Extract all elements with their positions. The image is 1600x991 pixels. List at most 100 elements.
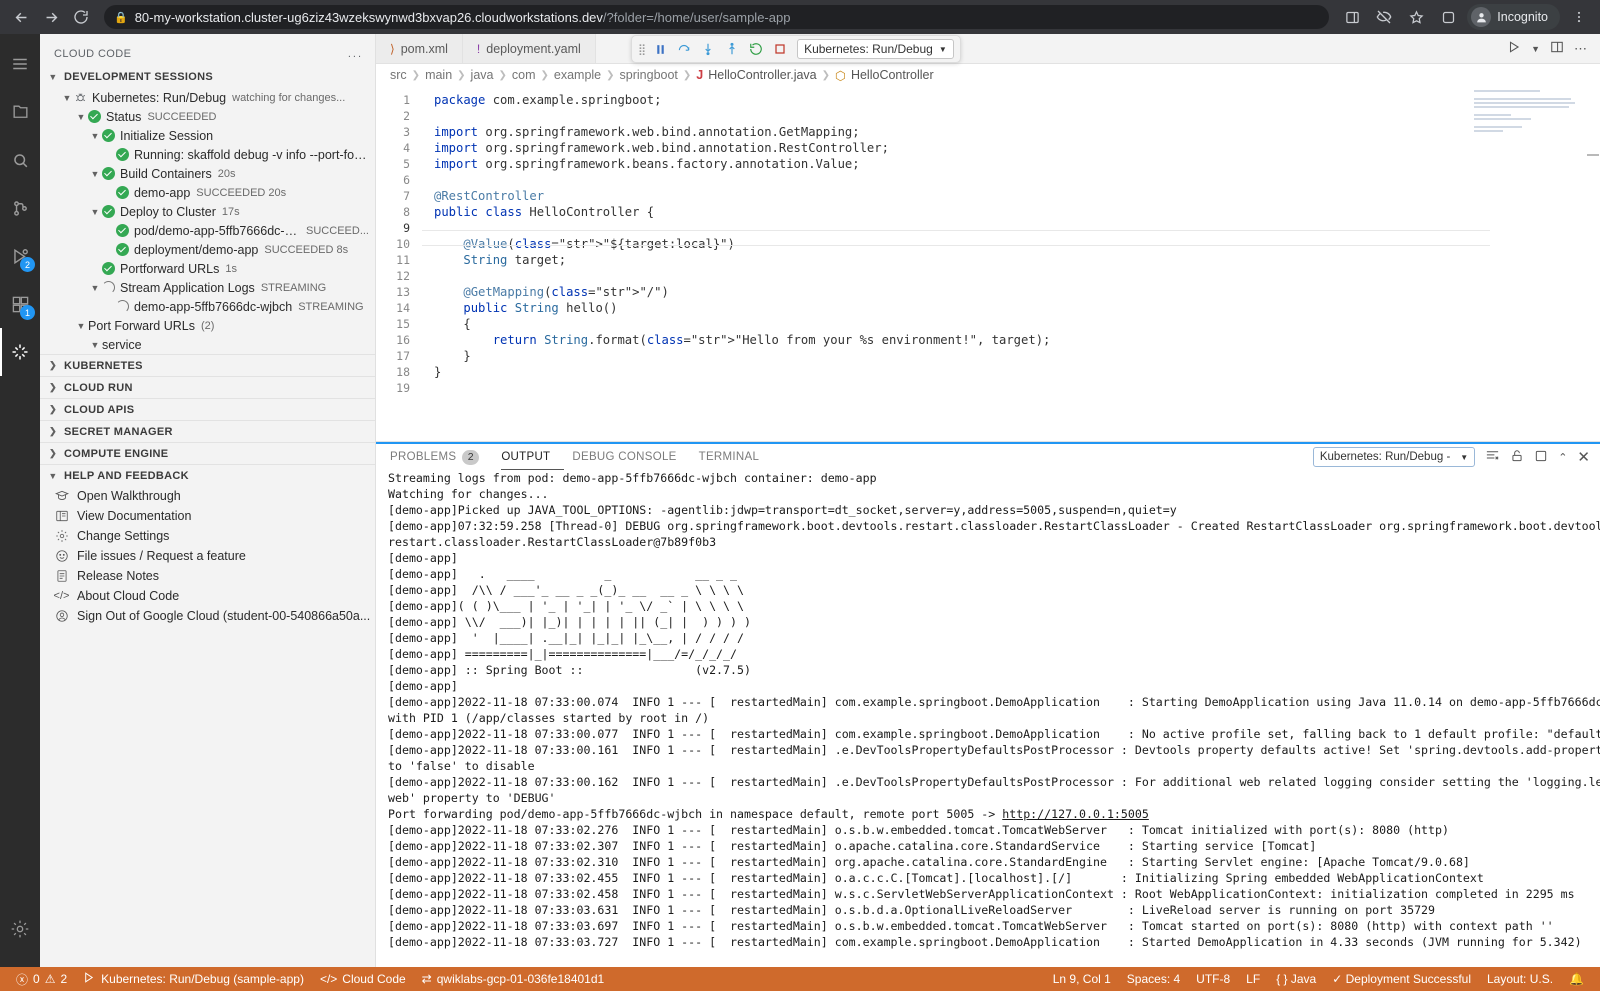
- chevron-down-icon[interactable]: ▼: [74, 321, 88, 331]
- eye-off-icon[interactable]: [1371, 4, 1397, 30]
- gear-icon[interactable]: [0, 905, 40, 953]
- keyboard-layout-status[interactable]: Layout: U.S.: [1479, 967, 1561, 991]
- more-actions-icon[interactable]: ⋯: [1574, 41, 1588, 57]
- encoding-status[interactable]: UTF-8: [1188, 967, 1238, 991]
- close-icon[interactable]: ✕: [1577, 448, 1590, 466]
- puzzle-extension-icon[interactable]: [1435, 4, 1461, 30]
- tree-item[interactable]: ▼Initialize Session: [40, 126, 375, 145]
- search-icon[interactable]: [0, 136, 40, 184]
- tree-item[interactable]: ▼Build Containers20s: [40, 164, 375, 183]
- sidebar-more-actions[interactable]: ...: [348, 48, 363, 60]
- step-out-button[interactable]: [721, 38, 743, 60]
- unlock-icon[interactable]: [1510, 449, 1524, 466]
- tab-terminal[interactable]: TERMINAL: [699, 444, 774, 470]
- reload-icon[interactable]: [68, 4, 94, 30]
- tree-item[interactable]: ▼StatusSUCCEEDED: [40, 107, 375, 126]
- section-kubernetes[interactable]: ❯ KUBERNETES: [40, 354, 375, 376]
- tab-deployment-yaml[interactable]: ! deployment.yaml: [463, 34, 596, 63]
- split-screen-icon[interactable]: [1339, 4, 1365, 30]
- tree-item[interactable]: pod/demo-app-5ffb7666dc-wjbchSUCCEED...: [40, 221, 375, 240]
- output-channel-select[interactable]: Kubernetes: Run/Debug - ▼: [1313, 447, 1475, 467]
- language-mode-status[interactable]: { } Java: [1268, 967, 1324, 991]
- help-item-about-cloud-code[interactable]: </>About Cloud Code: [40, 586, 375, 606]
- chevron-down-icon[interactable]: ▼: [74, 112, 88, 122]
- code-editor[interactable]: 1package com.example.springboot;23import…: [376, 86, 1600, 442]
- step-into-button[interactable]: [697, 38, 719, 60]
- incognito-indicator[interactable]: Incognito: [1467, 4, 1560, 30]
- pause-button[interactable]: [649, 38, 671, 60]
- tree-item[interactable]: ▼Port Forward URLs(2): [40, 316, 375, 335]
- more-vert-icon[interactable]: [1566, 4, 1592, 30]
- chevron-up-icon[interactable]: ⌃: [1558, 451, 1567, 464]
- breadcrumb-example[interactable]: example: [554, 68, 601, 82]
- cursor-position-status[interactable]: Ln 9, Col 1: [1045, 967, 1119, 991]
- chevron-down-icon[interactable]: ▼: [88, 207, 102, 217]
- tree-item[interactable]: Portforward URLs1s: [40, 259, 375, 278]
- chevron-down-icon[interactable]: ▼: [88, 283, 102, 293]
- breadcrumb-main[interactable]: main: [425, 68, 452, 82]
- section-help-and-feedback[interactable]: ▼ HELP AND FEEDBACK: [40, 464, 375, 486]
- section-cloud-apis[interactable]: ❯ CLOUD APIS: [40, 398, 375, 420]
- breadcrumb-springboot[interactable]: springboot: [620, 68, 678, 82]
- breadcrumb-java[interactable]: java: [471, 68, 494, 82]
- extensions-icon[interactable]: 1: [0, 280, 40, 328]
- help-item-sign-out-of-google-cloud-student-00-540866a50a[interactable]: Sign Out of Google Cloud (student-00-540…: [40, 606, 375, 626]
- tab-debug-console[interactable]: DEBUG CONSOLE: [572, 444, 690, 470]
- forward-arrow-icon[interactable]: [38, 4, 64, 30]
- notifications-status[interactable]: 🔔: [1561, 967, 1592, 991]
- run-debug-status[interactable]: Kubernetes: Run/Debug (sample-app): [75, 967, 312, 991]
- tree-item[interactable]: ▼service: [40, 335, 375, 354]
- help-item-change-settings[interactable]: Change Settings: [40, 526, 375, 546]
- problems-status[interactable]: ⓧ 0 ⚠ 2: [8, 967, 75, 991]
- stop-button[interactable]: [769, 38, 791, 60]
- chevron-down-icon[interactable]: ▼: [60, 93, 74, 103]
- new-window-icon[interactable]: [1534, 449, 1548, 466]
- help-item-file-issues-request-a-feature[interactable]: File issues / Request a feature: [40, 546, 375, 566]
- tree-item[interactable]: demo-app-5ffb7666dc-wjbchSTREAMING: [40, 297, 375, 316]
- address-bar[interactable]: 🔒 80-my-workstation.cluster-ug6ziz43wzek…: [104, 5, 1329, 29]
- chevron-down-icon[interactable]: ▼: [1531, 44, 1540, 54]
- run-icon[interactable]: [1507, 40, 1521, 57]
- minimap[interactable]: [1474, 90, 1584, 150]
- back-arrow-icon[interactable]: [8, 4, 34, 30]
- deployment-status[interactable]: ✓ Deployment Successful: [1324, 967, 1479, 991]
- step-over-button[interactable]: [673, 38, 695, 60]
- cloud-code-status[interactable]: </> Cloud Code: [312, 967, 414, 991]
- star-icon[interactable]: [1403, 4, 1429, 30]
- tab-output[interactable]: OUTPUT: [501, 444, 564, 470]
- explorer-icon[interactable]: [0, 88, 40, 136]
- help-item-release-notes[interactable]: Release Notes: [40, 566, 375, 586]
- breadcrumb-symbol[interactable]: HelloController: [851, 68, 934, 82]
- section-secret-manager[interactable]: ❯ SECRET MANAGER: [40, 420, 375, 442]
- tree-item[interactable]: demo-appSUCCEEDED 20s: [40, 183, 375, 202]
- help-item-view-documentation[interactable]: View Documentation: [40, 506, 375, 526]
- breadcrumb-src[interactable]: src: [390, 68, 407, 82]
- gcp-project-status[interactable]: ⇄ qwiklabs-gcp-01-036fe18401d1: [414, 967, 613, 991]
- restart-button[interactable]: [745, 38, 767, 60]
- chevron-down-icon[interactable]: ▼: [88, 131, 102, 141]
- eol-status[interactable]: LF: [1238, 967, 1268, 991]
- cloud-code-icon[interactable]: [0, 328, 40, 376]
- chevron-down-icon[interactable]: ▼: [88, 340, 102, 350]
- breadcrumb-com[interactable]: com: [512, 68, 536, 82]
- section-cloud-run[interactable]: ❯ CLOUD RUN: [40, 376, 375, 398]
- tree-item[interactable]: ▼Kubernetes: Run/Debugwatching for chang…: [40, 88, 375, 107]
- menu-hamburger-icon[interactable]: [0, 40, 40, 88]
- scrollbar-marker[interactable]: [1587, 154, 1599, 156]
- indentation-status[interactable]: Spaces: 4: [1119, 967, 1188, 991]
- split-editor-icon[interactable]: [1550, 40, 1564, 57]
- tree-item[interactable]: ▼Stream Application LogsSTREAMING: [40, 278, 375, 297]
- drag-grip-icon[interactable]: ⣿: [638, 43, 647, 56]
- run-and-debug-icon[interactable]: 2: [0, 232, 40, 280]
- section-development-sessions[interactable]: ▼ DEVELOPMENT SESSIONS: [40, 66, 375, 88]
- tree-item[interactable]: ▼Deploy to Cluster17s: [40, 202, 375, 221]
- port-forward-link[interactable]: http://127.0.0.1:5005: [1002, 807, 1149, 821]
- source-control-icon[interactable]: [0, 184, 40, 232]
- breadcrumb-file[interactable]: HelloController.java: [708, 68, 816, 82]
- section-compute-engine[interactable]: ❯ COMPUTE ENGINE: [40, 442, 375, 464]
- debug-session-select[interactable]: Kubernetes: Run/Debug ▼: [797, 39, 954, 59]
- clear-output-icon[interactable]: [1485, 448, 1500, 466]
- tab-pom-xml[interactable]: ⟩ pom.xml: [376, 34, 463, 63]
- help-item-open-walkthrough[interactable]: Open Walkthrough: [40, 486, 375, 506]
- chevron-down-icon[interactable]: ▼: [88, 169, 102, 179]
